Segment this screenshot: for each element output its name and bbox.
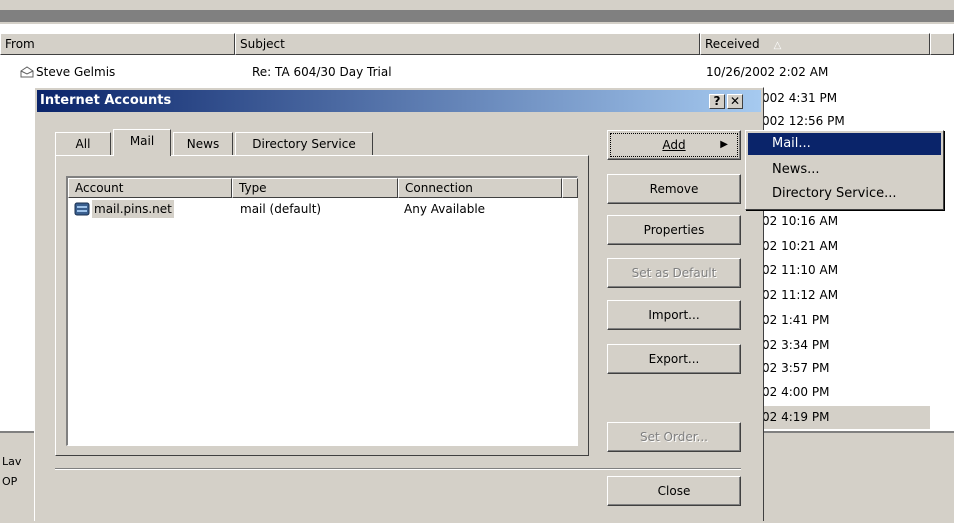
dialog-title: Internet Accounts	[40, 93, 172, 108]
message-row[interactable]: Steve Gelmis Re: TA 604/30 Day Trial 10/…	[0, 61, 930, 84]
account-type: mail (default)	[240, 202, 322, 216]
submenu-arrow-icon: ▶	[720, 139, 728, 150]
list-header-blank	[562, 178, 578, 198]
set-as-default-button[interactable]: Set as Default	[607, 258, 741, 288]
sort-ascending-icon: △	[773, 40, 782, 51]
column-header-received[interactable]: Received △	[700, 33, 930, 55]
message-from: Steve Gelmis	[36, 65, 116, 79]
dialog-separator	[55, 468, 741, 470]
import-button[interactable]: Import...	[607, 300, 741, 330]
account-name: mail.pins.net	[92, 200, 174, 218]
help-button[interactable]: ?	[709, 94, 725, 109]
list-header-connection[interactable]: Connection	[398, 178, 562, 198]
message-subject: Re: TA 604/30 Day Trial	[252, 65, 392, 79]
menu-item-news[interactable]: News...	[748, 159, 941, 181]
mail-tab-panel: Account Type Connection mail.pins.net ma…	[55, 155, 589, 456]
message-received: 02 11:12 AM	[762, 288, 839, 302]
preview-text-line: OP	[2, 475, 18, 488]
list-header-type[interactable]: Type	[232, 178, 398, 198]
message-received: 02 1:41 PM	[762, 313, 830, 327]
list-item[interactable]: mail.pins.net mail (default) Any Availab…	[72, 200, 572, 218]
toolbar-strip	[0, 10, 954, 22]
menu-item-directory-service[interactable]: Directory Service...	[748, 183, 941, 205]
export-button[interactable]: Export...	[607, 344, 741, 374]
properties-button[interactable]: Properties	[607, 215, 741, 245]
tab-directory-service[interactable]: Directory Service	[235, 132, 373, 156]
dialog-titlebar[interactable]: Internet Accounts ? ✕	[37, 90, 761, 112]
set-order-button[interactable]: Set Order...	[607, 422, 741, 452]
message-received: 02 10:16 AM	[762, 214, 839, 228]
message-row-selected[interactable]: 02 4:19 PM	[760, 406, 930, 429]
close-button[interactable]: Close	[607, 476, 741, 506]
tab-all[interactable]: All	[55, 132, 111, 156]
message-received: 02 4:00 PM	[762, 385, 830, 399]
message-received: 002 4:31 PM	[762, 91, 838, 105]
tab-mail[interactable]: Mail	[113, 129, 171, 156]
account-connection: Any Available	[404, 202, 486, 216]
message-received: 10/26/2002 2:02 AM	[706, 65, 829, 79]
internet-accounts-dialog: Internet Accounts ? ✕ All Mail News Dire…	[34, 87, 764, 521]
list-header-account[interactable]: Account	[68, 178, 232, 198]
add-popup-menu: Mail... News... Directory Service...	[745, 130, 944, 210]
column-header-extra[interactable]	[930, 33, 954, 55]
remove-button[interactable]: Remove	[607, 174, 741, 204]
tab-news[interactable]: News	[173, 132, 233, 156]
message-received: 02 4:19 PM	[762, 410, 830, 424]
menu-item-mail[interactable]: Mail...	[748, 133, 941, 155]
add-button[interactable]: Add ▶	[607, 130, 741, 160]
accounts-list[interactable]: Account Type Connection mail.pins.net ma…	[66, 176, 578, 446]
envelope-open-icon	[20, 66, 34, 78]
column-header-subject[interactable]: Subject	[235, 33, 700, 55]
toolbar-area	[0, 0, 954, 24]
message-received: 02 3:57 PM	[762, 361, 830, 375]
message-received: 02 11:10 AM	[762, 263, 839, 277]
mail-server-icon	[74, 202, 90, 216]
preview-text-line: Lav	[2, 455, 22, 468]
column-header-from[interactable]: From	[0, 33, 235, 55]
close-icon[interactable]: ✕	[727, 94, 743, 109]
message-received: 02 3:34 PM	[762, 338, 830, 352]
message-received: 02 10:21 AM	[762, 239, 839, 253]
